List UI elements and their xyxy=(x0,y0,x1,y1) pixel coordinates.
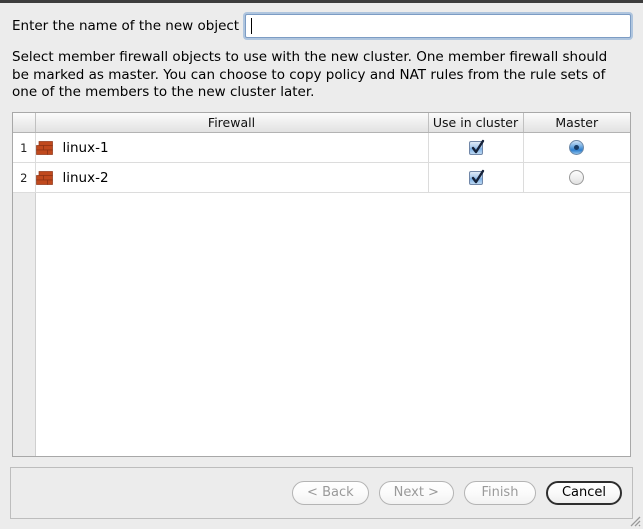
object-name-input[interactable] xyxy=(245,14,631,38)
resize-grip-icon[interactable] xyxy=(627,513,641,527)
dialog-button-bar: < Back Next > Finish Cancel xyxy=(10,467,633,519)
table-header-row: Firewall Use in cluster Master xyxy=(13,113,630,133)
table-row[interactable]: 1 linux-1 xyxy=(13,133,630,163)
firewall-cell[interactable]: linux-2 xyxy=(35,163,428,193)
master-cell[interactable] xyxy=(523,133,630,163)
cancel-button[interactable]: Cancel xyxy=(546,481,622,505)
firewall-name: linux-1 xyxy=(63,140,109,156)
dialog-description: Select member firewall objects to use wi… xyxy=(12,49,612,102)
table-row[interactable]: 2 linux-2 xyxy=(13,163,630,193)
checkmark-icon xyxy=(469,139,485,157)
use-in-cluster-checkbox[interactable] xyxy=(469,141,483,155)
column-header-rownum xyxy=(13,113,35,133)
text-caret xyxy=(251,18,252,34)
object-name-row: Enter the name of the new object xyxy=(12,13,631,39)
object-name-label: Enter the name of the new object xyxy=(12,18,245,34)
column-header-use-in-cluster[interactable]: Use in cluster xyxy=(428,113,523,133)
table-blank-filler xyxy=(36,193,630,456)
firewall-name: linux-2 xyxy=(63,170,109,186)
column-header-master[interactable]: Master xyxy=(523,113,630,133)
row-number: 1 xyxy=(13,133,35,163)
object-name-field-wrapper xyxy=(245,14,631,38)
finish-button[interactable]: Finish xyxy=(464,481,536,505)
row-number: 2 xyxy=(13,163,35,193)
firewall-brick-icon xyxy=(36,171,53,185)
rownum-gutter-filler xyxy=(13,193,36,456)
new-cluster-wizard-dialog: Enter the name of the new object Select … xyxy=(0,0,643,529)
table-empty-area xyxy=(13,193,630,456)
firewall-cell[interactable]: linux-1 xyxy=(35,133,428,163)
dialog-content: Enter the name of the new object Select … xyxy=(0,3,643,467)
master-radio[interactable] xyxy=(569,170,584,185)
firewall-members-table: Firewall Use in cluster Master 1 linux-1 2… xyxy=(12,112,631,458)
use-in-cluster-checkbox[interactable] xyxy=(469,171,483,185)
checkmark-icon xyxy=(469,169,485,187)
use-in-cluster-cell[interactable] xyxy=(428,133,523,163)
master-cell[interactable] xyxy=(523,163,630,193)
column-header-firewall[interactable]: Firewall xyxy=(35,113,428,133)
use-in-cluster-cell[interactable] xyxy=(428,163,523,193)
next-button[interactable]: Next > xyxy=(379,481,454,505)
master-radio[interactable] xyxy=(569,140,584,155)
back-button[interactable]: < Back xyxy=(292,481,369,505)
firewall-brick-icon xyxy=(36,141,53,155)
